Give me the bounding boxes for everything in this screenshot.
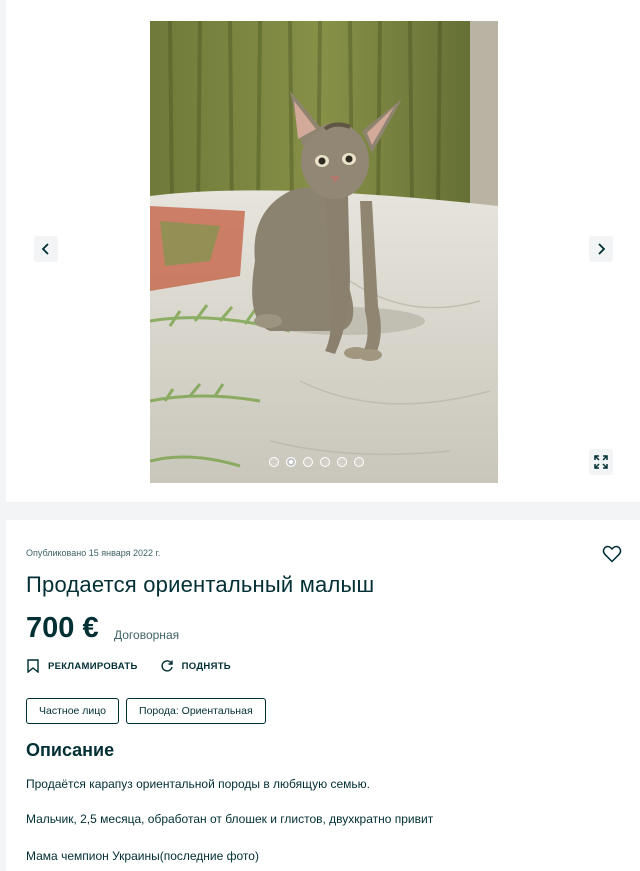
- description-line: Продаётся карапуз ориентальной породы в …: [26, 777, 370, 791]
- heart-icon[interactable]: [602, 544, 622, 564]
- photo-dot-5[interactable]: [337, 457, 347, 467]
- photo-dot-3[interactable]: [303, 457, 313, 467]
- listing-price: 700 €: [26, 612, 99, 644]
- listing-tags: Частное лицо Порода: Ориентальная: [26, 698, 266, 724]
- raise-label: ПОДНЯТЬ: [181, 660, 231, 672]
- tag-breed: Порода: Ориентальная: [126, 698, 266, 724]
- photo-dot-6[interactable]: [354, 457, 364, 467]
- photo-dot-1[interactable]: [269, 457, 279, 467]
- chevron-right-icon: [598, 243, 606, 255]
- description-line: Мальчик, 2,5 месяца, обработан от блошек…: [26, 812, 434, 826]
- listing-title: Продается ориентальный малыш: [26, 572, 375, 597]
- description-heading: Описание: [26, 740, 115, 760]
- photo-dot-4[interactable]: [320, 457, 330, 467]
- refresh-icon: [161, 660, 173, 672]
- kitten-photo-image: [150, 21, 498, 483]
- listing-details-card: Опубликовано 15 января 2022 г. Продается…: [6, 520, 640, 871]
- listing-actions: РЕКЛАМИРОВАТЬ ПОДНЯТЬ: [26, 659, 231, 673]
- previous-photo-button[interactable]: [34, 236, 58, 262]
- photo-gallery: [6, 0, 640, 502]
- tag-seller-type: Частное лицо: [26, 698, 120, 724]
- next-photo-button[interactable]: [589, 236, 613, 262]
- raise-button[interactable]: ПОДНЯТЬ: [160, 659, 231, 673]
- chevron-left-icon: [41, 243, 49, 255]
- fullscreen-icon: [594, 455, 608, 469]
- photo-pagination-dots: [269, 457, 364, 467]
- promote-label: РЕКЛАМИРОВАТЬ: [48, 660, 138, 672]
- price-negotiable-label: Договорная: [114, 628, 180, 642]
- listing-photo[interactable]: [150, 21, 498, 483]
- published-date: Опубликовано 15 января 2022 г.: [26, 548, 161, 558]
- fullscreen-button[interactable]: [589, 449, 613, 475]
- description-line: Мама чемпион Украины(последние фото): [26, 849, 259, 863]
- photo-dot-2[interactable]: [286, 457, 296, 467]
- promote-button[interactable]: РЕКЛАМИРОВАТЬ: [26, 659, 138, 673]
- bookmark-flag-icon: [27, 659, 39, 673]
